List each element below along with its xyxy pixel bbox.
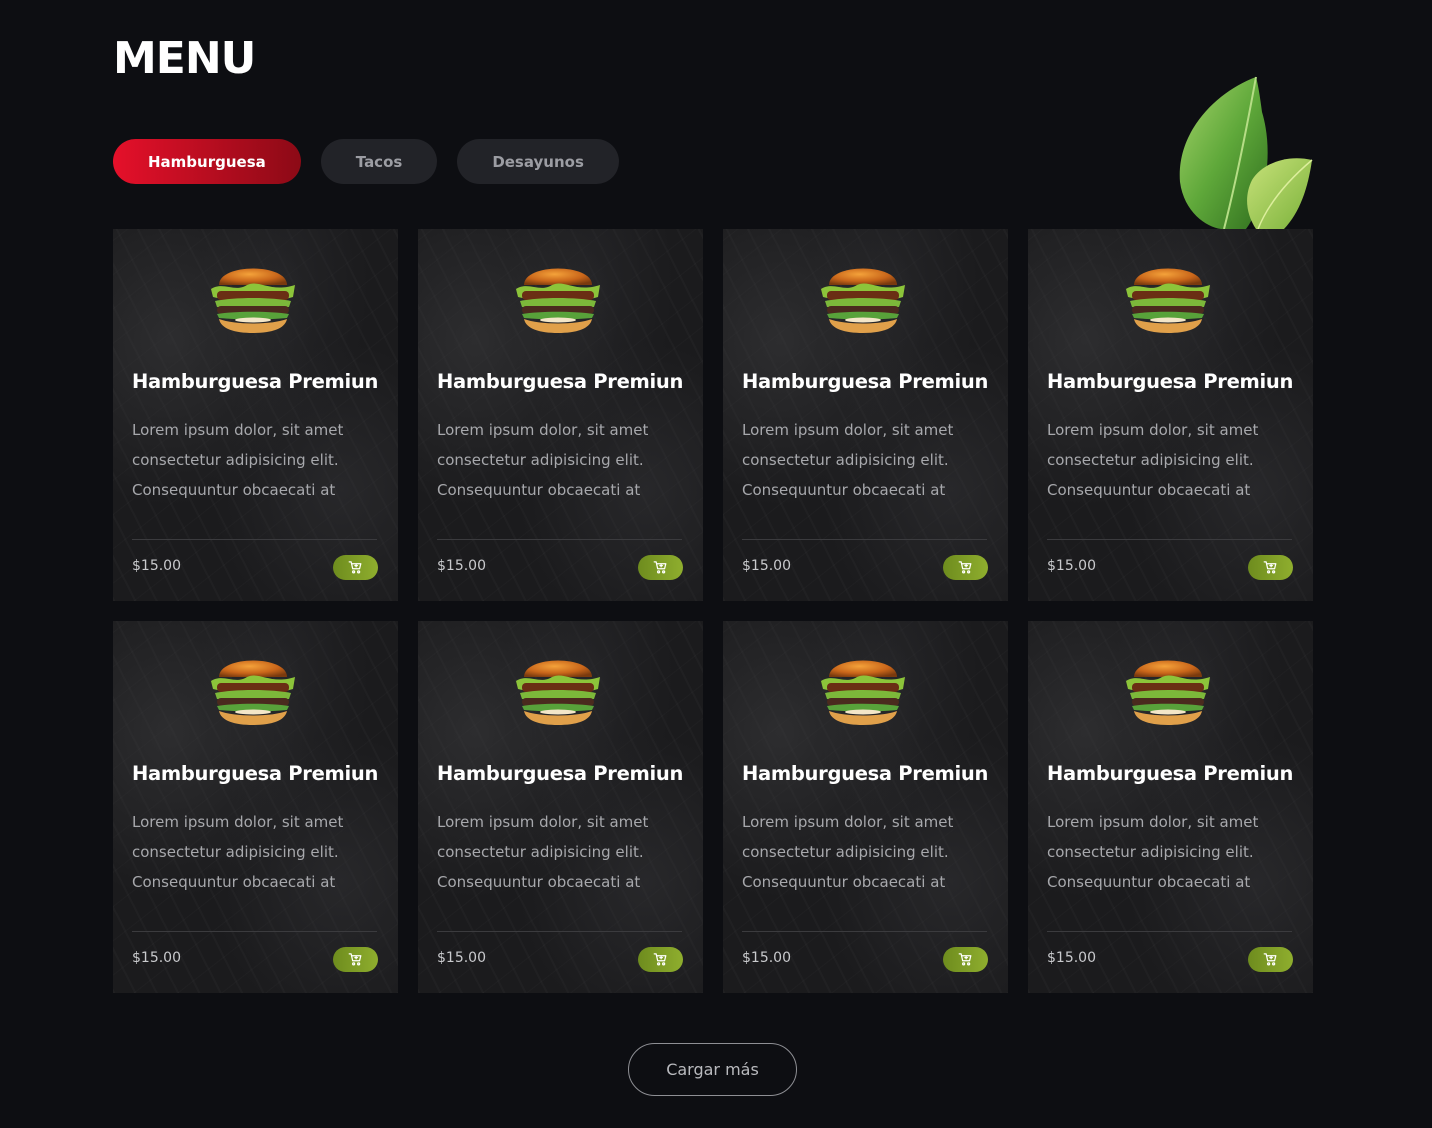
product-name: Hamburguesa Premiun — [1047, 370, 1294, 393]
product-card: Hamburguesa Premiun Lorem ipsum dolor, s… — [1028, 621, 1313, 993]
description-line: consectetur adipisicing elit. — [1047, 451, 1254, 469]
product-name: Hamburguesa Premiun — [437, 762, 684, 785]
description-line: Lorem ipsum dolor, sit amet — [1047, 813, 1259, 831]
burger-image — [821, 660, 905, 725]
description-line: Lorem ipsum dolor, sit amet — [132, 813, 344, 831]
menu-page: MENU Hamburguesa Tacos Desayunos Hamburg… — [0, 0, 1432, 1128]
product-card: Hamburguesa Premiun Lorem ipsum dolor, s… — [723, 621, 1008, 993]
basil-leaf-icon — [1166, 72, 1316, 229]
burger-image — [1126, 660, 1210, 725]
tab-tacos[interactable]: Tacos — [320, 139, 438, 184]
description-line: Lorem ipsum dolor, sit amet — [132, 421, 344, 439]
tab-desayunos[interactable]: Desayunos — [457, 139, 619, 184]
divider — [1047, 931, 1292, 932]
divider — [742, 539, 987, 540]
description-line: Consequuntur obcaecati at — [1047, 481, 1251, 499]
product-card: Hamburguesa Premiun Lorem ipsum dolor, s… — [113, 229, 398, 601]
product-price: $15.00 — [132, 950, 181, 966]
shopping-cart-icon — [1263, 953, 1277, 966]
add-to-cart-button[interactable] — [638, 555, 683, 580]
page-title: MENU — [113, 33, 256, 84]
description-line: Consequuntur obcaecati at — [437, 873, 641, 891]
product-card: Hamburguesa Premiun Lorem ipsum dolor, s… — [1028, 229, 1313, 601]
burger-image — [516, 660, 600, 725]
burger-image — [516, 268, 600, 333]
product-card: Hamburguesa Premiun Lorem ipsum dolor, s… — [418, 229, 703, 601]
divider — [132, 539, 377, 540]
description-line: consectetur adipisicing elit. — [437, 451, 644, 469]
description-line: Lorem ipsum dolor, sit amet — [437, 421, 649, 439]
divider — [132, 931, 377, 932]
shopping-cart-icon — [653, 561, 667, 574]
product-description: Lorem ipsum dolor, sit amet consectetur … — [132, 807, 382, 897]
add-to-cart-button[interactable] — [333, 555, 378, 580]
add-to-cart-button[interactable] — [1248, 555, 1293, 580]
product-description: Lorem ipsum dolor, sit amet consectetur … — [437, 807, 687, 897]
description-line: consectetur adipisicing elit. — [742, 451, 949, 469]
description-line: Lorem ipsum dolor, sit amet — [1047, 421, 1259, 439]
description-line: consectetur adipisicing elit. — [1047, 843, 1254, 861]
product-description: Lorem ipsum dolor, sit amet consectetur … — [1047, 415, 1297, 505]
description-line: Lorem ipsum dolor, sit amet — [742, 813, 954, 831]
burger-image — [211, 660, 295, 725]
add-to-cart-button[interactable] — [943, 947, 988, 972]
product-description: Lorem ipsum dolor, sit amet consectetur … — [437, 415, 687, 505]
shopping-cart-icon — [348, 561, 362, 574]
product-description: Lorem ipsum dolor, sit amet consectetur … — [132, 415, 382, 505]
divider — [437, 931, 682, 932]
category-tabs: Hamburguesa Tacos Desayunos — [113, 139, 619, 184]
add-to-cart-button[interactable] — [943, 555, 988, 580]
burger-image — [1126, 268, 1210, 333]
description-line: Consequuntur obcaecati at — [742, 873, 946, 891]
description-line: Consequuntur obcaecati at — [132, 481, 336, 499]
description-line: consectetur adipisicing elit. — [437, 843, 644, 861]
product-name: Hamburguesa Premiun — [132, 370, 379, 393]
shopping-cart-icon — [958, 561, 972, 574]
product-price: $15.00 — [742, 950, 791, 966]
product-price: $15.00 — [437, 950, 486, 966]
product-name: Hamburguesa Premiun — [742, 762, 989, 785]
divider — [742, 931, 987, 932]
description-line: Lorem ipsum dolor, sit amet — [437, 813, 649, 831]
divider — [1047, 539, 1292, 540]
burger-image — [821, 268, 905, 333]
product-name: Hamburguesa Premiun — [1047, 762, 1294, 785]
product-price: $15.00 — [1047, 950, 1096, 966]
burger-image — [211, 268, 295, 333]
description-line: Consequuntur obcaecati at — [1047, 873, 1251, 891]
add-to-cart-button[interactable] — [333, 947, 378, 972]
shopping-cart-icon — [653, 953, 667, 966]
add-to-cart-button[interactable] — [1248, 947, 1293, 972]
load-more-button[interactable]: Cargar más — [628, 1043, 797, 1096]
product-name: Hamburguesa Premiun — [742, 370, 989, 393]
product-description: Lorem ipsum dolor, sit amet consectetur … — [742, 807, 992, 897]
divider — [437, 539, 682, 540]
product-grid: Hamburguesa Premiun Lorem ipsum dolor, s… — [113, 229, 1313, 993]
product-description: Lorem ipsum dolor, sit amet consectetur … — [1047, 807, 1297, 897]
product-card: Hamburguesa Premiun Lorem ipsum dolor, s… — [723, 229, 1008, 601]
product-price: $15.00 — [132, 558, 181, 574]
description-line: Consequuntur obcaecati at — [742, 481, 946, 499]
product-name: Hamburguesa Premiun — [132, 762, 379, 785]
product-price: $15.00 — [1047, 558, 1096, 574]
shopping-cart-icon — [958, 953, 972, 966]
shopping-cart-icon — [348, 953, 362, 966]
product-price: $15.00 — [742, 558, 791, 574]
description-line: Consequuntur obcaecati at — [437, 481, 641, 499]
description-line: consectetur adipisicing elit. — [132, 451, 339, 469]
shopping-cart-icon — [1263, 561, 1277, 574]
product-price: $15.00 — [437, 558, 486, 574]
description-line: Consequuntur obcaecati at — [132, 873, 336, 891]
product-card: Hamburguesa Premiun Lorem ipsum dolor, s… — [418, 621, 703, 993]
tab-hamburguesa[interactable]: Hamburguesa — [113, 139, 301, 184]
description-line: consectetur adipisicing elit. — [132, 843, 339, 861]
description-line: Lorem ipsum dolor, sit amet — [742, 421, 954, 439]
description-line: consectetur adipisicing elit. — [742, 843, 949, 861]
add-to-cart-button[interactable] — [638, 947, 683, 972]
product-description: Lorem ipsum dolor, sit amet consectetur … — [742, 415, 992, 505]
product-name: Hamburguesa Premiun — [437, 370, 684, 393]
product-card: Hamburguesa Premiun Lorem ipsum dolor, s… — [113, 621, 398, 993]
